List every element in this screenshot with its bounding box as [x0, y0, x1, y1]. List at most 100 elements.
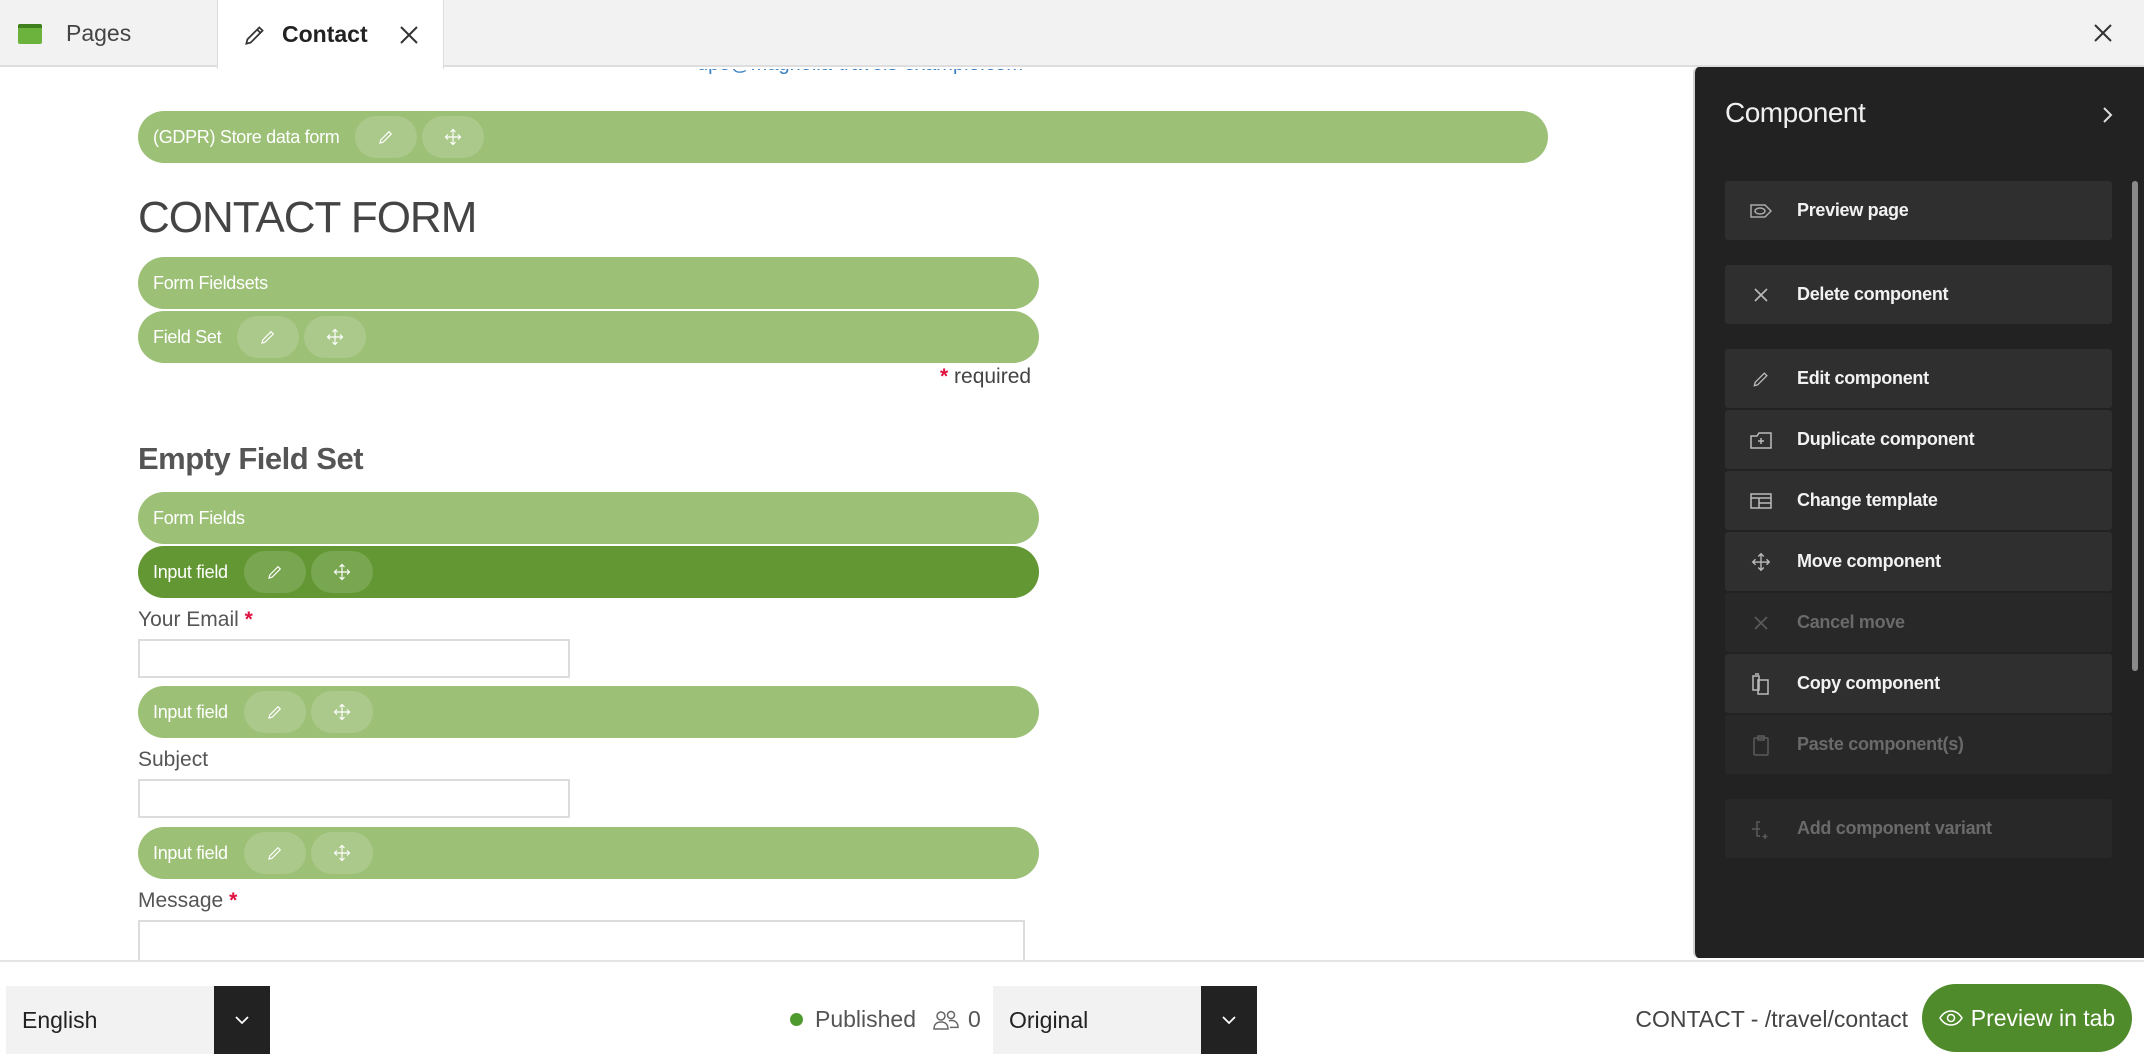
tab-pages[interactable]: Pages: [0, 0, 217, 67]
input-field-bar[interactable]: Input field: [138, 546, 1039, 598]
edit-button[interactable]: [243, 551, 306, 593]
eye-icon: [1938, 1010, 1963, 1026]
bar-label: Input field: [153, 561, 228, 582]
message-label: Message *: [138, 889, 237, 913]
menu-item-label: Duplicate component: [1797, 429, 1975, 449]
menu-item-cancel-move: Cancel move: [1725, 593, 2112, 652]
required-note: * required: [940, 365, 1031, 389]
menu-item-label: Preview page: [1797, 200, 1909, 220]
menu-item-label: Add component variant: [1797, 818, 1992, 838]
scrollbar-thumb[interactable]: [2132, 181, 2138, 671]
status-text: Published: [815, 1006, 917, 1032]
required-star: *: [229, 889, 238, 912]
email-link[interactable]: dpo@magnolia-travels-example.com: [697, 69, 1023, 77]
preview-button-label: Preview in tab: [1970, 1004, 2116, 1031]
menu-item-delete-component[interactable]: Delete component: [1725, 265, 2112, 324]
required-star: *: [940, 365, 949, 388]
move-button[interactable]: [310, 832, 373, 874]
chevron-down-icon[interactable]: [1201, 986, 1257, 1054]
close-icon[interactable]: [2088, 18, 2118, 48]
component-panel: Component Preview page Delete component …: [1693, 67, 2144, 958]
tab-contact-label: Contact: [282, 21, 368, 47]
form-fields-bar[interactable]: Form Fields: [138, 492, 1039, 544]
add-variant-icon: [1725, 818, 1797, 840]
copy-icon: [1725, 672, 1797, 696]
menu-item-copy-component[interactable]: Copy component: [1725, 654, 2112, 713]
message-label-text: Message: [138, 889, 224, 912]
tab-bar: Pages Contact: [0, 0, 2144, 69]
move-button[interactable]: [422, 116, 485, 158]
page-title: CONTACT FORM: [138, 193, 477, 242]
menu-item-edit-component[interactable]: Edit component: [1725, 349, 2112, 408]
duplicate-icon: [1725, 430, 1797, 450]
menu-item-label: Cancel move: [1797, 612, 1905, 632]
edit-button[interactable]: [237, 316, 300, 358]
preview-page-icon: [1725, 202, 1797, 220]
version-value[interactable]: Original: [993, 986, 1201, 1054]
bar-label: Field Set: [153, 326, 222, 347]
form-fieldsets-bar[interactable]: Form Fieldsets: [138, 257, 1039, 309]
menu-item-move-component[interactable]: Move component: [1725, 532, 2112, 591]
menu-item-label: Move component: [1797, 551, 1941, 571]
delete-icon: [1725, 287, 1797, 303]
field-set-bar[interactable]: Field Set: [138, 311, 1039, 363]
gdpr-component-bar[interactable]: (GDPR) Store data form: [138, 111, 1548, 163]
template-icon: [1725, 492, 1797, 509]
menu-item-label: Change template: [1797, 490, 1938, 510]
users-icon: [932, 1009, 960, 1031]
bar-label: Form Fields: [153, 507, 245, 528]
input-field-bar[interactable]: Input field: [138, 686, 1039, 738]
chevron-right-icon[interactable]: [2102, 105, 2114, 125]
menu-item-label: Paste component(s): [1797, 734, 1964, 754]
menu-item-duplicate-component[interactable]: Duplicate component: [1725, 410, 2112, 469]
menu-item-label: Copy component: [1797, 673, 1940, 693]
tab-contact[interactable]: Contact: [217, 0, 444, 69]
pages-icon: [18, 23, 42, 44]
email-label: Your Email *: [138, 608, 253, 632]
fieldset-heading: Empty Field Set: [138, 441, 364, 476]
bar-label: Input field: [153, 842, 228, 863]
chevron-down-icon[interactable]: [214, 986, 270, 1054]
scrollbar[interactable]: [2132, 181, 2138, 671]
subject-label: Subject: [138, 748, 209, 771]
menu-item-preview-page[interactable]: Preview page: [1725, 181, 2112, 240]
tab-pages-label: Pages: [66, 20, 132, 46]
cancel-icon: [1725, 615, 1797, 631]
language-select[interactable]: English: [6, 986, 270, 1054]
bottom-bar: English Published 0 Original CONTACT - /…: [0, 960, 2144, 1062]
bar-label: (GDPR) Store data form: [153, 126, 340, 147]
menu-item-label: Delete component: [1797, 284, 1949, 304]
close-tab-icon[interactable]: [398, 24, 420, 46]
pencil-icon: [1725, 369, 1797, 389]
preview-in-tab-button[interactable]: Preview in tab: [1922, 984, 2132, 1052]
required-text: required: [954, 365, 1032, 388]
bar-label: Input field: [153, 701, 228, 722]
language-value[interactable]: English: [6, 986, 214, 1054]
move-button[interactable]: [310, 691, 373, 733]
email-label-text: Your Email: [138, 608, 239, 631]
panel-title: Component: [1725, 97, 1866, 128]
email-field[interactable]: [138, 639, 570, 678]
move-button[interactable]: [310, 551, 373, 593]
edit-button[interactable]: [243, 691, 306, 733]
menu-item-paste-components: Paste component(s): [1725, 715, 2112, 774]
menu-item-label: Edit component: [1797, 368, 1929, 388]
message-field[interactable]: [138, 920, 1025, 960]
required-star: *: [244, 608, 253, 631]
input-field-bar[interactable]: Input field: [138, 827, 1039, 879]
edit-button[interactable]: [355, 116, 418, 158]
bar-label: Form Fieldsets: [153, 272, 268, 293]
menu-item-add-component-variant: Add component variant: [1725, 799, 2112, 858]
menu-item-change-template[interactable]: Change template: [1725, 471, 2112, 530]
page-canvas: dpo@magnolia-travels-example.com (GDPR) …: [0, 69, 1693, 960]
pencil-icon: [242, 22, 268, 48]
move-button[interactable]: [304, 316, 367, 358]
paste-icon: [1725, 734, 1797, 756]
publish-status: Published 0: [790, 1006, 981, 1033]
edit-button[interactable]: [243, 832, 306, 874]
page-path: CONTACT - /travel/contact: [1635, 1006, 1908, 1032]
version-select[interactable]: Original: [993, 986, 1257, 1054]
move-icon: [1725, 551, 1797, 573]
users-count: 0: [968, 1006, 981, 1032]
subject-field[interactable]: [138, 779, 570, 818]
